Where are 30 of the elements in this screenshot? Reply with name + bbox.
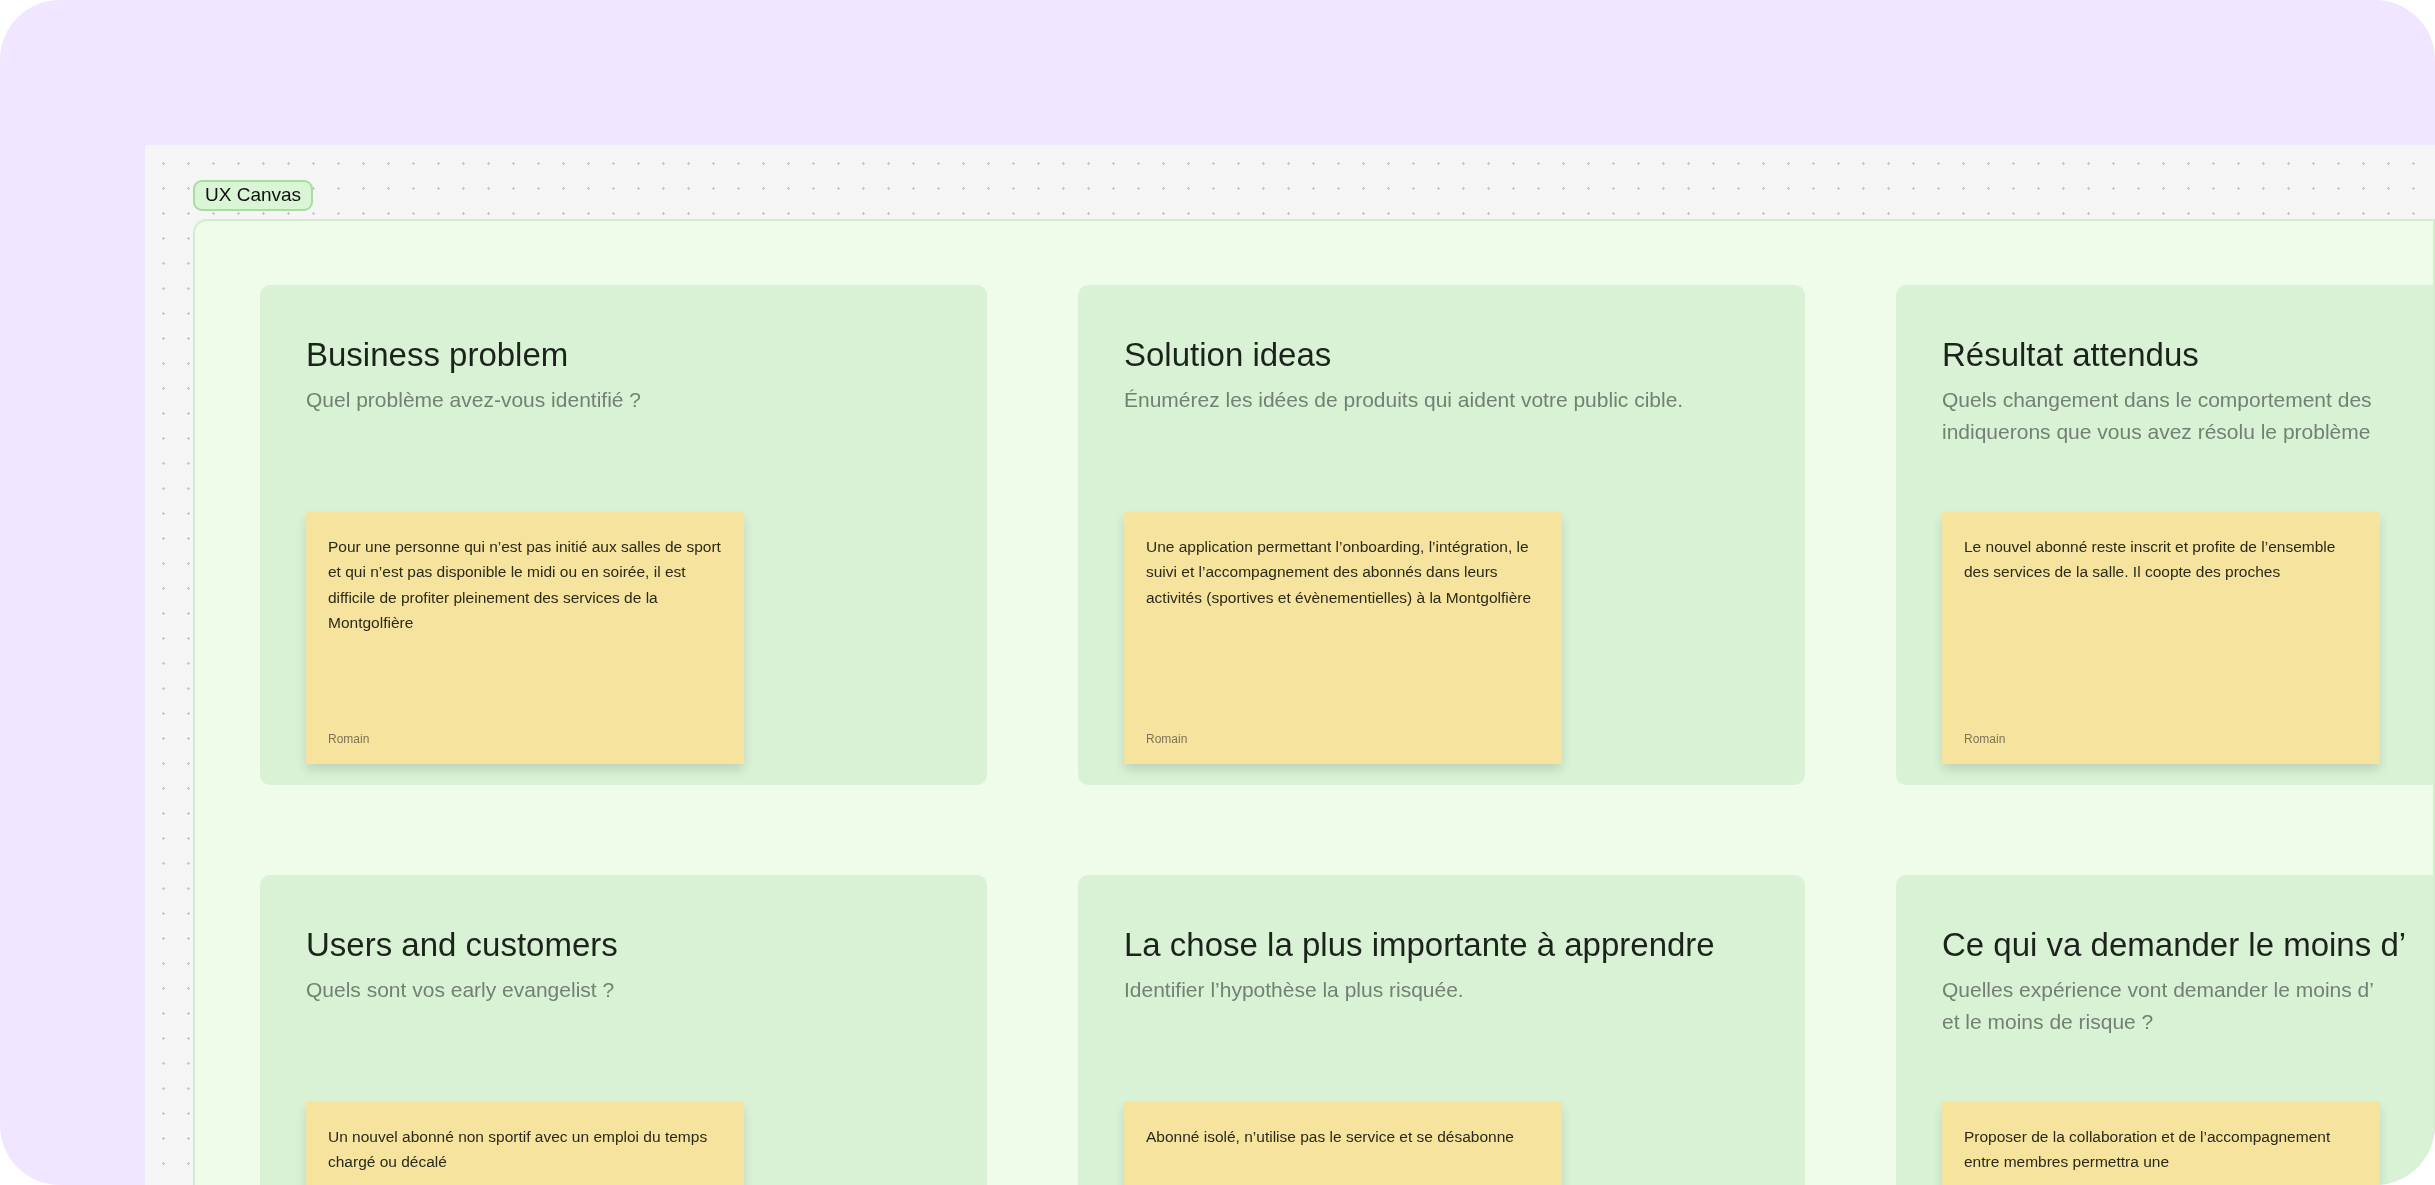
section-title: Business problem: [306, 334, 570, 375]
sticky-note[interactable]: Pour une personne qui n’est pas initié aux salles de sport et qui n’est pas disponible le midi ou en soirée, il est difficile de profiter pleinement des services de la Montgolfière Romain: [306, 511, 744, 764]
section-prompt: et le moins de risque ?: [1942, 1008, 2155, 1035]
sticky-note[interactable]: Abonné isolé, n’utilise pas le service et se désabonne: [1124, 1101, 1562, 1185]
note-text: Pour une personne qui n’est pas initié aux salles de sport et qui n’est pas disponible le midi ou en soirée, il est difficile de profiter pleinement des services de la Montgolfière: [328, 536, 722, 634]
note-text: Une application permettant l’onboarding, l’intégration, le suivi et l’accompagnement des abonnés dans leurs activités (sportives et évènementielles) à la Montgolfière: [1146, 536, 1533, 608]
section-title: Users and customers: [306, 924, 619, 965]
note-text: Abonné isolé, n’utilise pas le service et se désabonne: [1146, 1126, 1515, 1147]
section-title: Ce qui va demander le moins d’: [1942, 924, 2408, 965]
sticky-note[interactable]: Une application permettant l’onboarding, l’intégration, le suivi et l’accompagnement des abonnés dans leurs activités (sportives et évènementielles) à la Montgolfière Romain: [1124, 511, 1562, 764]
sticky-note[interactable]: Proposer de la collaboration et de l’accompagnement entre membres permettra une: [1942, 1101, 2380, 1185]
section-prompt: Quels sont vos early evangelist ?: [306, 977, 616, 1004]
note-text: Le nouvel abonné reste inscrit et profite de l’ensemble des services de la salle. Il coopte des proches: [1964, 536, 2337, 583]
section-prompt: Énumérez les idées de produits qui aident votre public cible.: [1124, 387, 1685, 414]
section-title: Résultat attendus: [1942, 334, 2200, 375]
canvas-label: UX Canvas: [193, 180, 314, 211]
section-title: La chose la plus importante à apprendre: [1124, 924, 1716, 965]
note-text: Proposer de la collaboration et de l’accompagnement entre membres permettra une: [1964, 1126, 2332, 1173]
section-prompt: Quels changement dans le comportement des: [1942, 387, 2373, 414]
section-prompt: Quel problème avez-vous identifié ?: [306, 387, 642, 414]
note-author: Romain: [1964, 730, 2006, 748]
section-prompt: Identifier l’hypothèse la plus risquée.: [1124, 977, 1465, 1004]
note-text: Un nouvel abonné non sportif avec un emploi du temps chargé ou décalé: [328, 1126, 709, 1173]
note-author: Romain: [1146, 730, 1188, 748]
sticky-note[interactable]: Un nouvel abonné non sportif avec un emploi du temps chargé ou décalé: [306, 1101, 744, 1185]
section-prompt: Quelles expérience vont demander le moins d’: [1942, 977, 2375, 1004]
section-title: Solution ideas: [1124, 334, 1333, 375]
sticky-note[interactable]: Le nouvel abonné reste inscrit et profite de l’ensemble des services de la salle. Il coopte des proches Romain: [1942, 511, 2380, 764]
note-author: Romain: [328, 730, 370, 748]
section-prompt: indiquerons que vous avez résolu le problème: [1942, 418, 2372, 445]
